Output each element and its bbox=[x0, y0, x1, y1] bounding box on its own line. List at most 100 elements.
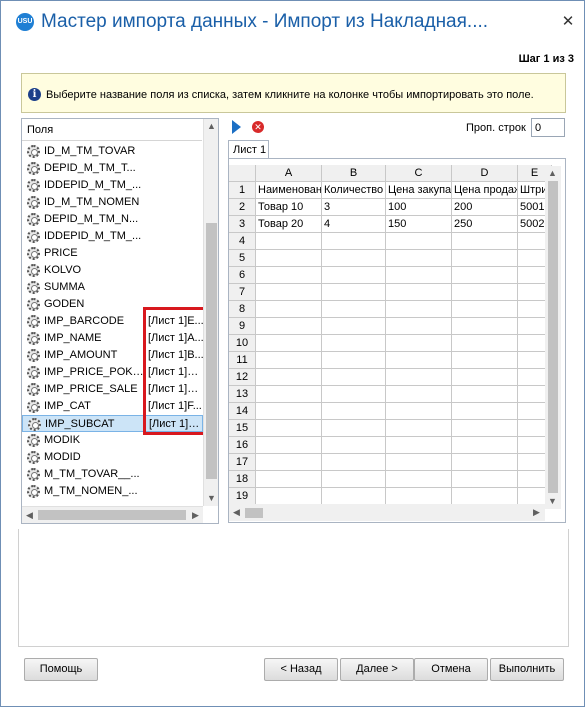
grid-cell[interactable]: 100 bbox=[386, 199, 452, 216]
grid-cell[interactable] bbox=[386, 318, 452, 335]
field-item[interactable]: IDDEPID_M_TM_... bbox=[22, 177, 203, 194]
field-item[interactable]: KOLVO bbox=[22, 262, 203, 279]
grid-cell[interactable] bbox=[452, 454, 518, 471]
column-header[interactable]: B bbox=[322, 165, 386, 182]
grid-cell[interactable]: Товар 20 bbox=[256, 216, 322, 233]
row-header[interactable]: 17 bbox=[229, 454, 256, 471]
grid-cell[interactable] bbox=[452, 403, 518, 420]
grid-cell[interactable] bbox=[322, 284, 386, 301]
grid-cell[interactable] bbox=[386, 386, 452, 403]
row-header[interactable]: 16 bbox=[229, 437, 256, 454]
column-header[interactable]: C bbox=[386, 165, 452, 182]
scroll-thumb[interactable] bbox=[38, 510, 186, 520]
scroll-thumb[interactable] bbox=[548, 181, 558, 493]
grid-cell[interactable]: Цена закупа bbox=[386, 182, 452, 199]
grid-cell[interactable] bbox=[322, 386, 386, 403]
grid-cell[interactable] bbox=[386, 369, 452, 386]
field-item[interactable]: M_TM_NOMEN_... bbox=[22, 483, 203, 500]
field-item[interactable]: DEPID_M_TM_T... bbox=[22, 160, 203, 177]
grid-cell[interactable] bbox=[322, 318, 386, 335]
tab-sheet-1[interactable]: Лист 1 bbox=[228, 140, 269, 159]
row-header[interactable]: 3 bbox=[229, 216, 256, 233]
row-header[interactable]: 13 bbox=[229, 386, 256, 403]
grid-cell[interactable] bbox=[256, 233, 322, 250]
scroll-down-icon[interactable]: ▼ bbox=[204, 491, 219, 506]
row-header[interactable]: 5 bbox=[229, 250, 256, 267]
grid-cell[interactable]: Товар 10 bbox=[256, 199, 322, 216]
grid-cell[interactable] bbox=[256, 386, 322, 403]
grid-cell[interactable] bbox=[386, 284, 452, 301]
cancel-button[interactable]: Отмена bbox=[414, 658, 488, 681]
grid-cell[interactable]: 200 bbox=[452, 199, 518, 216]
scroll-left-icon[interactable]: ◀ bbox=[229, 505, 244, 520]
fields-horizontal-scrollbar[interactable]: ◀ ▶ bbox=[22, 506, 203, 523]
field-item[interactable]: DEPID_M_TM_N... bbox=[22, 211, 203, 228]
grid-cell[interactable] bbox=[452, 386, 518, 403]
grid-cell[interactable] bbox=[322, 352, 386, 369]
field-item[interactable]: M_TM_TOVAR__... bbox=[22, 466, 203, 483]
column-header[interactable]: A bbox=[256, 165, 322, 182]
grid-cell[interactable] bbox=[386, 488, 452, 505]
scroll-right-icon[interactable]: ▶ bbox=[188, 508, 203, 523]
delete-icon[interactable]: ✕ bbox=[252, 121, 264, 133]
row-header[interactable]: 19 bbox=[229, 488, 256, 505]
skip-rows-input[interactable] bbox=[531, 118, 565, 137]
grid-cell[interactable] bbox=[452, 301, 518, 318]
grid-cell[interactable] bbox=[452, 284, 518, 301]
grid-cell[interactable] bbox=[386, 420, 452, 437]
grid-horizontal-scrollbar[interactable]: ◀ ▶ bbox=[229, 504, 545, 521]
grid-cell[interactable] bbox=[256, 301, 322, 318]
grid-cell[interactable] bbox=[256, 352, 322, 369]
scroll-thumb[interactable] bbox=[245, 508, 263, 518]
row-header[interactable]: 2 bbox=[229, 199, 256, 216]
row-header[interactable]: 1 bbox=[229, 182, 256, 199]
grid-cell[interactable] bbox=[256, 403, 322, 420]
grid-cell[interactable] bbox=[452, 267, 518, 284]
row-header[interactable]: 6 bbox=[229, 267, 256, 284]
finish-button[interactable]: Выполнить bbox=[490, 658, 564, 681]
grid-cell[interactable] bbox=[386, 352, 452, 369]
grid-cell[interactable] bbox=[322, 471, 386, 488]
field-item[interactable]: PRICE bbox=[22, 245, 203, 262]
grid-cell[interactable] bbox=[322, 420, 386, 437]
row-header[interactable]: 11 bbox=[229, 352, 256, 369]
grid-cell[interactable] bbox=[256, 284, 322, 301]
grid-cell[interactable] bbox=[256, 420, 322, 437]
play-icon[interactable] bbox=[232, 120, 241, 134]
scroll-up-icon[interactable]: ▲ bbox=[545, 166, 560, 181]
grid-cell[interactable]: Цена продаж bbox=[452, 182, 518, 199]
grid-cell[interactable] bbox=[256, 267, 322, 284]
grid-cell[interactable] bbox=[322, 437, 386, 454]
grid-cell[interactable] bbox=[322, 488, 386, 505]
row-header[interactable]: 18 bbox=[229, 471, 256, 488]
grid-cell[interactable] bbox=[322, 267, 386, 284]
field-item[interactable]: SUMMA bbox=[22, 279, 203, 296]
grid-cell[interactable] bbox=[322, 369, 386, 386]
row-header[interactable]: 12 bbox=[229, 369, 256, 386]
next-button[interactable]: Далее > bbox=[340, 658, 414, 681]
grid-vertical-scrollbar[interactable]: ▲ ▼ bbox=[545, 166, 561, 509]
field-item[interactable]: MODID bbox=[22, 449, 203, 466]
row-header[interactable]: 10 bbox=[229, 335, 256, 352]
column-header[interactable]: D bbox=[452, 165, 518, 182]
grid-cell[interactable] bbox=[452, 335, 518, 352]
grid-cell[interactable] bbox=[452, 318, 518, 335]
grid-cell[interactable] bbox=[322, 233, 386, 250]
grid-cell[interactable] bbox=[256, 250, 322, 267]
grid-cell[interactable]: 250 bbox=[452, 216, 518, 233]
grid-cell[interactable]: Наименовани bbox=[256, 182, 322, 199]
grid-cell[interactable] bbox=[256, 437, 322, 454]
grid-cell[interactable] bbox=[386, 335, 452, 352]
grid-cell[interactable] bbox=[452, 471, 518, 488]
grid-cell[interactable] bbox=[452, 437, 518, 454]
grid-cell[interactable] bbox=[452, 369, 518, 386]
field-item[interactable]: IDDEPID_M_TM_... bbox=[22, 228, 203, 245]
scroll-up-icon[interactable]: ▲ bbox=[204, 119, 219, 134]
fields-column-header[interactable]: Поля bbox=[22, 119, 202, 141]
grid-cell[interactable]: 3 bbox=[322, 199, 386, 216]
row-header[interactable]: 4 bbox=[229, 233, 256, 250]
grid-cell[interactable]: 4 bbox=[322, 216, 386, 233]
grid-cell[interactable] bbox=[386, 403, 452, 420]
row-header[interactable]: 8 bbox=[229, 301, 256, 318]
back-button[interactable]: < Назад bbox=[264, 658, 338, 681]
